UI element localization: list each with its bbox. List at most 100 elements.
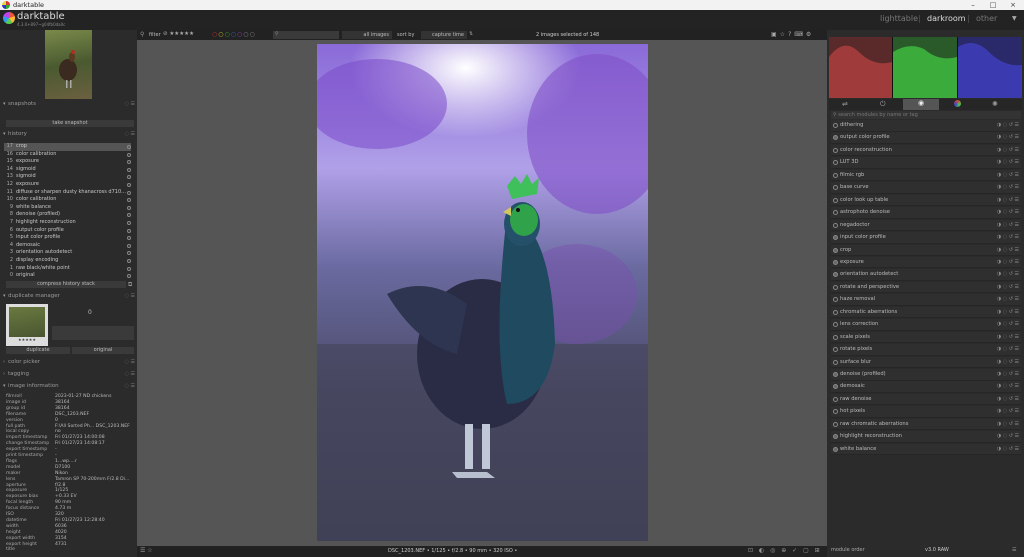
tagging-header[interactable]: › tagging ◌ ☰	[0, 370, 137, 379]
history-item[interactable]: 9 white balance	[4, 204, 131, 212]
module-header-icons[interactable]: ◑ ◌ ↺ ☰	[997, 170, 1019, 182]
processing-module[interactable]: highlight reconstruction ◑ ◌ ↺ ☰	[831, 431, 1021, 443]
processing-module[interactable]: demosaic ◑ ◌ ↺ ☰	[831, 381, 1021, 393]
history-item[interactable]: 15 exposure	[4, 158, 131, 166]
module-header-icons[interactable]: ◑ ◌ ↺ ☰	[997, 307, 1019, 319]
processing-module[interactable]: LUT 3D ◑ ◌ ↺ ☰	[831, 157, 1021, 169]
power-toggle-icon[interactable]	[833, 135, 838, 141]
power-toggle-icon[interactable]	[833, 309, 838, 315]
module-header-icons[interactable]: ◑ ◌ ↺ ☰	[997, 132, 1019, 144]
module-header-icons[interactable]: ◑ ◌ ↺ ☰	[997, 157, 1019, 169]
power-toggle-icon[interactable]	[833, 384, 838, 390]
module-preset-icons[interactable]: ◌ ☰	[125, 370, 135, 379]
module-order-menu-icon[interactable]: ☰	[1012, 547, 1016, 553]
history-item[interactable]: 6 output color profile	[4, 227, 131, 235]
history-item[interactable]: 4 demosaic	[4, 242, 131, 250]
duplicate-name-field[interactable]	[52, 326, 134, 340]
processing-module[interactable]: color reconstruction ◑ ◌ ↺ ☰	[831, 144, 1021, 157]
collection-dropdown[interactable]: all images	[342, 31, 392, 39]
duplicate-thumbnail[interactable]: ★★★★★	[6, 304, 48, 346]
bottom-right-icons[interactable]: ⊡ ◐ ◎ ⊕ ✓ ▢ ⊞	[748, 547, 822, 554]
processing-module[interactable]: chromatic aberrations ◑ ◌ ↺ ☰	[831, 306, 1021, 319]
color-picker-header[interactable]: › color picker ◌ ☰	[0, 358, 137, 367]
power-toggle-icon[interactable]	[833, 147, 838, 153]
module-header-icons[interactable]: ◑ ◌ ↺ ☰	[997, 232, 1019, 244]
processing-module[interactable]: negadoctor ◑ ◌ ↺ ☰	[831, 219, 1021, 232]
base-modules-tab-icon[interactable]: ◉	[903, 99, 939, 110]
power-toggle-icon[interactable]	[833, 446, 838, 452]
module-header-icons[interactable]: ◑ ◌ ↺ ☰	[997, 182, 1019, 194]
power-toggle-icon[interactable]	[833, 409, 838, 415]
module-header-icons[interactable]: ◑ ◌ ↺ ☰	[997, 319, 1019, 331]
module-preset-icons[interactable]: ◌ ☰	[125, 382, 135, 391]
active-modules-tab-icon[interactable]: ⏻	[880, 100, 886, 109]
power-toggle-icon[interactable]	[833, 396, 838, 402]
power-toggle-icon[interactable]	[833, 372, 838, 377]
processing-module[interactable]: dithering ◑ ◌ ↺ ☰	[831, 120, 1021, 132]
view-lighttable[interactable]: lighttable	[880, 14, 918, 23]
chevron-down-icon[interactable]: ▼	[1012, 15, 1017, 22]
take-snapshot-button[interactable]: take snapshot	[6, 120, 134, 127]
module-header-icons[interactable]: ◑ ◌ ↺ ☰	[997, 220, 1019, 232]
processing-module[interactable]: output color profile ◑ ◌ ↺ ☰	[831, 132, 1021, 144]
rating-filter[interactable]: ⊘ ★★★★★	[163, 31, 194, 37]
processing-module[interactable]: rotate and perspective ◑ ◌ ↺ ☰	[831, 281, 1021, 294]
history-item[interactable]: 0 original	[4, 272, 131, 280]
power-toggle-icon[interactable]	[833, 160, 838, 166]
power-toggle-icon[interactable]	[833, 185, 838, 191]
history-item[interactable]: 7 highlight reconstruction	[4, 219, 131, 227]
shortcuts-icon[interactable]: ⌨	[794, 31, 806, 38]
power-toggle-icon[interactable]	[833, 347, 838, 353]
history-item[interactable]: 1 raw black/white point	[4, 265, 131, 273]
navigation-thumbnail[interactable]	[45, 30, 92, 99]
history-item[interactable]: 10 color calibration	[4, 196, 131, 204]
history-item[interactable]: 17 crop	[4, 143, 131, 151]
gear-icon[interactable]: ⚙	[806, 31, 814, 38]
module-header-icons[interactable]: ◑ ◌ ↺ ☰	[997, 344, 1019, 356]
history-header[interactable]: ▾ history ◌ ☰	[0, 130, 137, 139]
processing-module[interactable]: exposure ◑ ◌ ↺ ☰	[831, 256, 1021, 269]
view-darkroom[interactable]: darkroom	[927, 14, 966, 23]
module-header-icons[interactable]: ◑ ◌ ↺ ☰	[997, 381, 1019, 393]
duplicate-manager-header[interactable]: ▾ duplicate manager ◌ ☰	[0, 292, 137, 301]
module-header-icons[interactable]: ◑ ◌ ↺ ☰	[997, 294, 1019, 306]
power-toggle-icon[interactable]	[833, 259, 838, 265]
power-toggle-icon[interactable]	[833, 235, 838, 241]
processing-module[interactable]: raw chromatic aberrations ◑ ◌ ↺ ☰	[831, 418, 1021, 431]
history-item[interactable]: 12 exposure	[4, 181, 131, 189]
module-header-icons[interactable]: ◑ ◌ ↺ ☰	[997, 195, 1019, 207]
power-toggle-icon[interactable]	[833, 421, 838, 427]
color-modules-tab-icon[interactable]	[954, 100, 961, 107]
processing-module[interactable]: denoise (profiled) ◑ ◌ ↺ ☰	[831, 369, 1021, 381]
power-toggle-icon[interactable]	[833, 359, 838, 365]
module-preset-icons[interactable]: ◌ ☰	[125, 358, 135, 367]
processing-module[interactable]: haze removal ◑ ◌ ↺ ☰	[831, 294, 1021, 306]
module-header-icons[interactable]: ◑ ◌ ↺ ☰	[997, 419, 1019, 431]
module-order-value[interactable]: v3.0 RAW	[925, 547, 949, 553]
module-header-icons[interactable]: ◑ ◌ ↺ ☰	[997, 120, 1019, 132]
copy-history-icon[interactable]: ⧉	[128, 281, 132, 289]
processing-module[interactable]: base curve ◑ ◌ ↺ ☰	[831, 182, 1021, 194]
power-toggle-icon[interactable]	[833, 123, 838, 128]
processing-module[interactable]: color look up table ◑ ◌ ↺ ☰	[831, 194, 1021, 207]
processing-module[interactable]: astrophoto denoise ◑ ◌ ↺ ☰	[831, 207, 1021, 219]
color-label-filter[interactable]: ○○○○○○○	[212, 31, 256, 38]
module-preset-icons[interactable]: ◌ ☰	[125, 100, 135, 109]
toolbar-icons[interactable]: ▣☆?⌨⚙	[771, 31, 814, 38]
module-header-icons[interactable]: ◑ ◌ ↺ ☰	[997, 282, 1019, 294]
power-toggle-icon[interactable]	[833, 434, 838, 440]
processing-module[interactable]: filmic rgb ◑ ◌ ↺ ☰	[831, 169, 1021, 182]
power-toggle-icon[interactable]	[833, 172, 838, 178]
power-toggle-icon[interactable]	[833, 197, 838, 203]
duplicate-button[interactable]: duplicate	[6, 347, 70, 354]
rating-stars[interactable]: ★★★★★	[9, 337, 45, 342]
history-item[interactable]: 13 sigmoid	[4, 173, 131, 181]
module-header-icons[interactable]: ◑ ◌ ↺ ☰	[997, 406, 1019, 418]
module-search-input[interactable]: ⚲ search modules by name or tag	[831, 111, 1021, 119]
power-toggle-icon[interactable]	[833, 322, 838, 328]
module-header-icons[interactable]: ◑ ◌ ↺ ☰	[997, 207, 1019, 219]
original-button[interactable]: original	[72, 347, 134, 354]
processing-module[interactable]: orientation autodetect ◑ ◌ ↺ ☰	[831, 269, 1021, 281]
module-header-icons[interactable]: ◑ ◌ ↺ ☰	[997, 357, 1019, 369]
processing-module[interactable]: scale pixels ◑ ◌ ↺ ☰	[831, 331, 1021, 344]
